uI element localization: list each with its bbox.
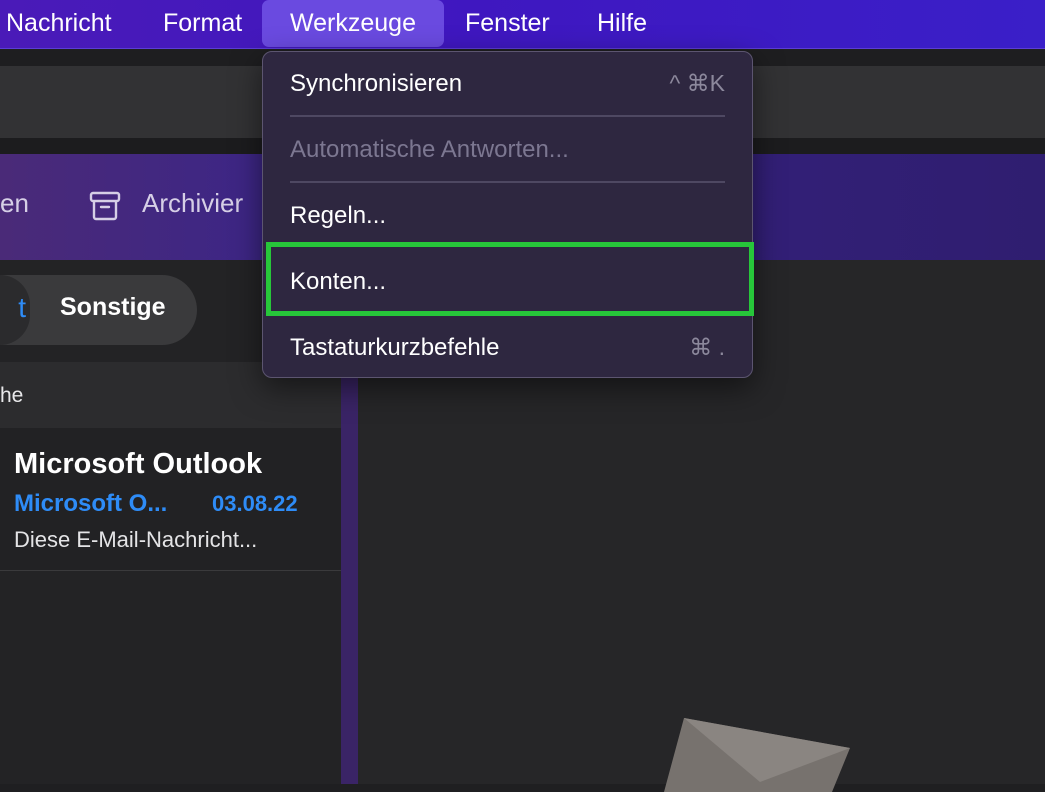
envelope-icon: [664, 718, 850, 792]
mail-sender: Microsoft Outlook: [14, 448, 263, 480]
menu-separator: [290, 181, 725, 183]
mail-date: 03.08.22: [212, 491, 298, 516]
menu-item-synchronisieren[interactable]: Synchronisieren: [290, 70, 462, 98]
menu-item-automatische-antworten: Automatische Antworten...: [290, 136, 569, 163]
filter-other-tab[interactable]: Sonstige: [60, 293, 166, 322]
section-header-label: he: [0, 384, 24, 407]
menu-nachricht[interactable]: Nachricht: [6, 0, 112, 47]
menu-item-regeln[interactable]: Regeln...: [290, 202, 386, 230]
menu-fenster[interactable]: Fenster: [465, 0, 550, 47]
archive-icon[interactable]: [89, 191, 121, 221]
werkzeuge-dropdown-menu: Synchronisieren ^ ⌘K Automatische Antwor…: [262, 51, 753, 378]
konten-highlight-box: [266, 242, 754, 316]
menu-hilfe[interactable]: Hilfe: [597, 0, 647, 47]
ribbon-left-button-label[interactable]: en: [0, 188, 29, 219]
menu-werkzeuge[interactable]: Werkzeuge: [262, 0, 444, 47]
menu-format[interactable]: Format: [163, 0, 242, 47]
menu-item-tastaturkurzbefehle[interactable]: Tastaturkurzbefehle: [290, 334, 499, 362]
list-item[interactable]: Microsoft Outlook Microsoft O... 03.08.2…: [0, 428, 341, 571]
mail-subject: Microsoft O...: [14, 490, 168, 517]
shortcut-tastaturkurzbefehle: ⌘ .: [689, 334, 725, 360]
filter-focused-label: t: [18, 292, 26, 323]
shortcut-synchronisieren: ^ ⌘K: [669, 70, 725, 96]
menu-bar: Nachricht Format Werkzeuge Fenster Hilfe: [0, 0, 1045, 49]
menu-separator: [290, 115, 725, 117]
archive-button-label[interactable]: Archivier: [142, 188, 243, 219]
mail-preview: Diese E-Mail-Nachricht...: [14, 527, 258, 552]
